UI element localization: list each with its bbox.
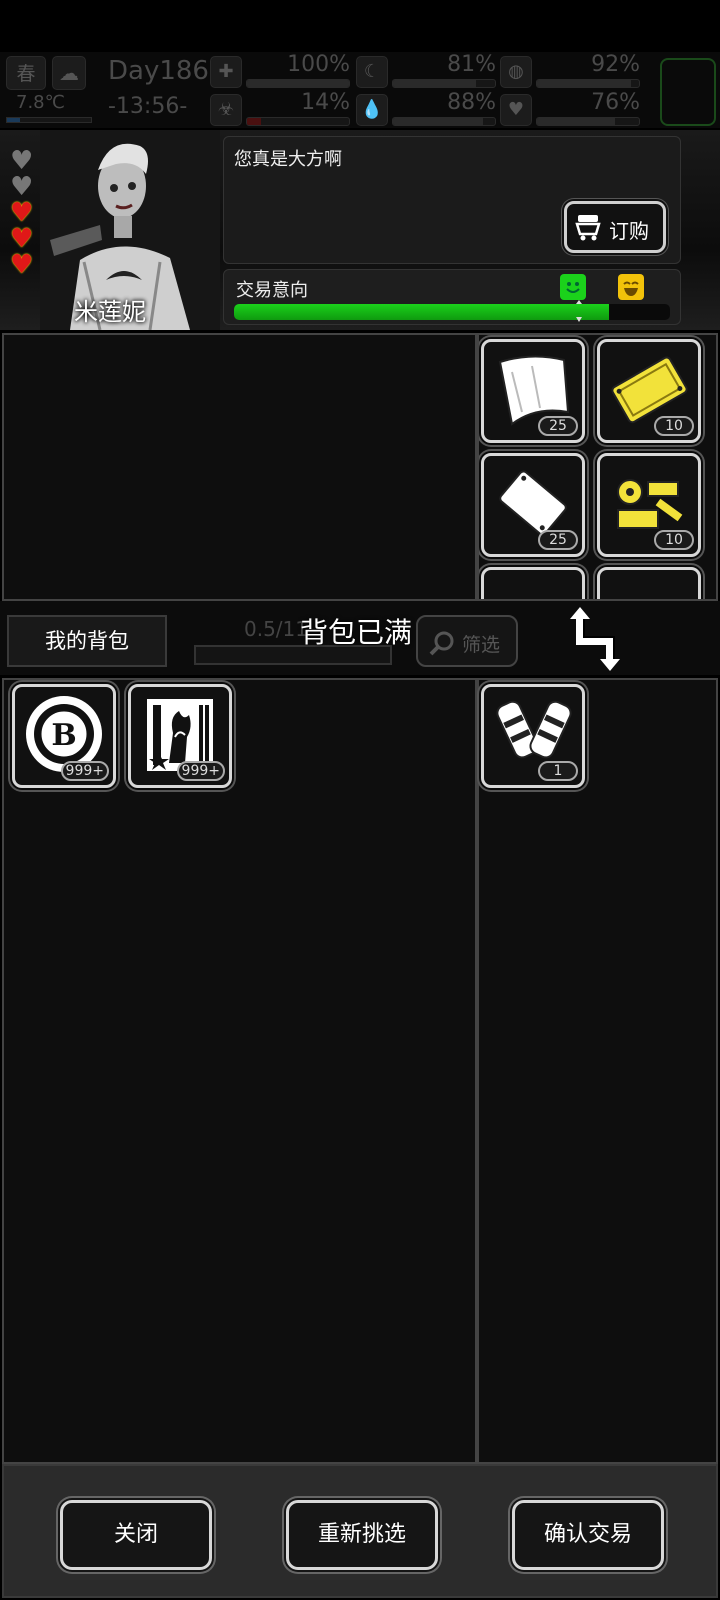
item-count: 999+ bbox=[60, 761, 109, 781]
item-slot[interactable]: 1 bbox=[481, 684, 585, 788]
heart-empty-icon: ♥ bbox=[10, 172, 34, 202]
temperature-bar bbox=[6, 117, 92, 123]
happy-green-face-icon bbox=[560, 274, 586, 300]
close-button[interactable]: 关闭 bbox=[60, 1500, 212, 1570]
day-counter: Day186 bbox=[108, 56, 209, 86]
trade-intent-panel: 交易意向 bbox=[223, 269, 681, 325]
trade-intent-bar bbox=[234, 304, 670, 320]
merchant-offer-panel[interactable] bbox=[2, 333, 477, 601]
moon-icon: ☾ bbox=[356, 56, 388, 88]
item-count: 25 bbox=[538, 530, 578, 550]
order-button[interactable]: 订购 bbox=[564, 201, 666, 253]
affinity-hearts: ♥ ♥ ♥ ♥ ♥ bbox=[10, 148, 40, 278]
my-bag-panel[interactable]: B 999+ 999+ bbox=[2, 678, 477, 1464]
magnifier-icon bbox=[429, 631, 454, 656]
heart-filled-icon: ♥ bbox=[10, 198, 34, 228]
health-icon: ✚ bbox=[210, 56, 242, 88]
item-count: 25 bbox=[538, 416, 578, 436]
stat-bar bbox=[246, 79, 350, 88]
stat-bar bbox=[246, 117, 350, 126]
stat-meter: 76% bbox=[536, 90, 642, 130]
inventory-toolbar: 我的背包 0.5/11 背包已满 筛选 bbox=[0, 601, 720, 675]
stat-value: 88% bbox=[447, 90, 496, 115]
game-clock: -13:56- bbox=[108, 94, 188, 119]
trade-intent-fill bbox=[234, 304, 609, 320]
stat-meter: 92% bbox=[536, 52, 642, 92]
item-slot[interactable]: 25 bbox=[481, 339, 585, 443]
stomach-icon: ◍ bbox=[500, 56, 532, 88]
status-bar: 春 ☁ Day186 -13:56- 7.8℃ ✚ 100% ☾ 81% ◍ 92% ☣ 14… bbox=[0, 52, 720, 128]
temperature-label: 7.8℃ bbox=[16, 92, 65, 113]
stat-meter: 14% bbox=[246, 90, 352, 130]
item-count: 1 bbox=[538, 761, 578, 781]
confirm-trade-button[interactable]: 确认交易 bbox=[512, 1500, 664, 1570]
item-slot[interactable]: 10 bbox=[597, 453, 701, 557]
heart-empty-icon: ♥ bbox=[10, 146, 34, 176]
intent-marker-icon bbox=[576, 300, 582, 322]
season-label: 春 bbox=[16, 63, 36, 85]
map-frame[interactable] bbox=[660, 58, 716, 126]
item-count: 999+ bbox=[176, 761, 225, 781]
item-slot[interactable]: B 999+ bbox=[12, 684, 116, 788]
grinning-yellow-face-icon bbox=[618, 274, 644, 300]
action-bar: 关闭 重新挑选 确认交易 bbox=[2, 1464, 718, 1598]
stat-value: 92% bbox=[591, 52, 640, 77]
reselect-button[interactable]: 重新挑选 bbox=[286, 1500, 438, 1570]
stat-bar bbox=[536, 117, 640, 126]
trade-intent-label: 交易意向 bbox=[236, 280, 308, 301]
heart-icon: ♥ bbox=[500, 94, 532, 126]
heart-filled-icon: ♥ bbox=[10, 224, 34, 254]
item-slot[interactable]: 25 bbox=[481, 453, 585, 557]
my-bag-tab[interactable]: 我的背包 bbox=[7, 615, 167, 667]
water-drop-icon: 💧 bbox=[356, 94, 388, 126]
item-slot[interactable] bbox=[597, 567, 701, 599]
swap-arrows-icon[interactable] bbox=[570, 607, 626, 671]
filter-button[interactable]: 筛选 bbox=[416, 615, 518, 667]
bag-weight-text: 0.5/11 bbox=[244, 617, 308, 641]
bag-full-notice: 背包已满 bbox=[300, 616, 413, 649]
item-slot[interactable] bbox=[481, 567, 585, 599]
weather-cloud-icon: ☁ bbox=[52, 56, 86, 90]
order-label: 订购 bbox=[609, 219, 649, 243]
my-offer-panel[interactable]: 1 bbox=[477, 678, 718, 1464]
merchant-inventory-panel[interactable]: 25 10 25 10 bbox=[477, 333, 718, 601]
stat-value: 100% bbox=[287, 52, 350, 77]
infection-icon: ☣ bbox=[210, 94, 242, 126]
heart-filled-icon: ♥ bbox=[10, 250, 34, 280]
stat-bar bbox=[392, 79, 496, 88]
npc-dialog-box: 您真是大方啊 订购 bbox=[223, 136, 681, 264]
item-slot[interactable]: 999+ bbox=[128, 684, 232, 788]
shopping-cart-icon bbox=[575, 215, 601, 241]
stat-bar bbox=[392, 117, 496, 126]
item-slot[interactable]: 10 bbox=[597, 339, 701, 443]
stat-value: 14% bbox=[301, 90, 350, 115]
npc-name: 米莲妮 bbox=[74, 298, 146, 326]
stat-meter: 88% bbox=[392, 90, 498, 130]
npc-dialog-text: 您真是大方啊 bbox=[234, 149, 342, 170]
stat-value: 81% bbox=[447, 52, 496, 77]
stat-meter: 81% bbox=[392, 52, 498, 92]
season-badge: 春 bbox=[6, 56, 46, 90]
svg-text:B: B bbox=[51, 718, 76, 753]
item-count: 10 bbox=[654, 530, 694, 550]
item-count: 10 bbox=[654, 416, 694, 436]
filter-label: 筛选 bbox=[462, 634, 501, 656]
stat-value: 76% bbox=[591, 90, 640, 115]
stat-meter: 100% bbox=[246, 52, 352, 92]
stat-bar bbox=[536, 79, 640, 88]
